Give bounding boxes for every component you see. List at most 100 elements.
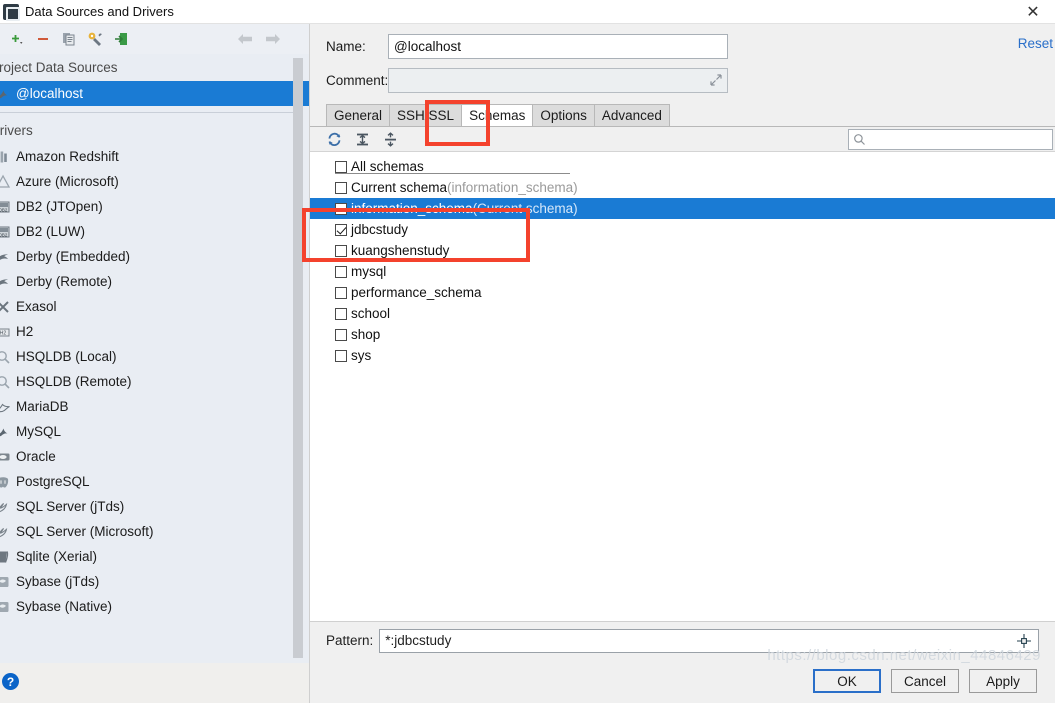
schema-checkbox[interactable] <box>335 265 347 278</box>
schema-label: sys <box>351 348 372 363</box>
name-label: Name: <box>326 39 366 54</box>
schema-label: Current schema <box>351 180 448 195</box>
schema-row[interactable]: jdbcstudy <box>310 219 1055 240</box>
sidebar-item-sqlite-xerial[interactable]: Sqlite (Xerial) <box>0 544 309 569</box>
sidebar-item-label: Amazon Redshift <box>16 149 119 164</box>
sidebar-item-mariadb[interactable]: MariaDB <box>0 394 309 419</box>
sidebar-scrollbar[interactable] <box>293 58 303 658</box>
schema-row[interactable]: performance_schema <box>310 282 1055 303</box>
import-icon[interactable] <box>108 27 134 51</box>
schema-checkbox[interactable] <box>335 160 347 173</box>
schema-checkbox[interactable] <box>335 202 347 215</box>
schema-checkbox[interactable] <box>335 349 347 362</box>
sidebar-item-azure-microsoft[interactable]: Azure (Microsoft) <box>0 169 309 194</box>
sidebar-item-hsqldb-local[interactable]: HSQLDB (Local) <box>0 344 309 369</box>
schema-checkbox[interactable] <box>335 181 347 194</box>
crosshair-icon[interactable] <box>1016 633 1032 649</box>
sidebar-item-db2-jtopen[interactable]: DB2 DB2 (JTOpen) <box>0 194 309 219</box>
tab-general[interactable]: General <box>326 104 391 126</box>
schema-checkbox[interactable] <box>335 223 347 236</box>
refresh-icon[interactable] <box>320 128 348 150</box>
sidebar: Project Data Sources @localhost Drivers Ama… <box>0 24 310 703</box>
pattern-input[interactable]: *:jdbcstudy <box>379 628 1039 653</box>
sidebar-item-postgresql[interactable]: PostgreSQL <box>0 469 309 494</box>
schema-label: mysql <box>351 264 387 279</box>
redshift-icon <box>0 149 16 165</box>
schema-checkbox[interactable] <box>335 244 347 257</box>
schema-checkbox[interactable] <box>335 328 347 341</box>
schema-note: (information_schema) <box>447 180 578 195</box>
tab-advanced[interactable]: Advanced <box>593 104 670 126</box>
help-icon[interactable]: ? <box>2 673 19 690</box>
sidebar-item-exasol[interactable]: Exasol <box>0 294 309 319</box>
sidebar-item-amazon-redshift[interactable]: Amazon Redshift <box>0 144 309 169</box>
sidebar-toolbar <box>0 24 309 54</box>
db2-icon: DB2 <box>0 224 16 240</box>
schema-label: shop <box>351 327 381 342</box>
sidebar-item-mysql[interactable]: MySQL <box>0 419 309 444</box>
svg-text:DB2: DB2 <box>0 232 8 237</box>
schema-row[interactable]: mysql <box>310 261 1055 282</box>
sidebar-item-sybase-jtds[interactable]: Sybase (jTds) <box>0 569 309 594</box>
sidebar-item-label: HSQLDB (Remote) <box>16 374 132 389</box>
reset-link[interactable]: Reset <box>1018 36 1053 51</box>
copy-icon[interactable] <box>56 27 82 51</box>
comment-label: Comment: <box>326 73 389 88</box>
sidebar-item-derby-embedded[interactable]: Derby (Embedded) <box>0 244 309 269</box>
expand-all-icon[interactable] <box>348 128 376 150</box>
sidebar-item-sybase-native[interactable]: Sybase (Native) <box>0 594 309 619</box>
search-input[interactable] <box>848 129 1053 150</box>
derby-icon <box>0 274 16 290</box>
sidebar-item-derby-remote[interactable]: Derby (Remote) <box>0 269 309 294</box>
wrench-icon[interactable] <box>82 27 108 51</box>
sidebar-item-localhost[interactable]: @localhost <box>0 81 309 106</box>
sidebar-item-db2-luw[interactable]: DB2 DB2 (LUW) <box>0 219 309 244</box>
detail-panel: Name: @localhost Comment: Reset General … <box>310 24 1055 703</box>
collapse-all-icon[interactable] <box>376 128 404 150</box>
tab-schemas[interactable]: Schemas <box>461 104 534 126</box>
cancel-button[interactable]: Cancel <box>891 669 959 693</box>
back-arrow-icon[interactable] <box>231 27 259 51</box>
sidebar-item-hsqldb-remote[interactable]: HSQLDB (Remote) <box>0 369 309 394</box>
sidebar-item-label: Exasol <box>16 299 57 314</box>
schemas-list[interactable]: All schemas Current schema (information_s… <box>310 152 1055 621</box>
schema-row[interactable]: Current schema (information_schema) <box>310 177 1055 198</box>
mysql-dolphin-icon <box>0 424 16 440</box>
sidebar-item-sql-server-jtds[interactable]: SQL Server (jTds) <box>0 494 309 519</box>
schema-row[interactable]: school <box>310 303 1055 324</box>
forward-arrow-icon[interactable] <box>259 27 287 51</box>
sidebar-item-label: Oracle <box>16 449 56 464</box>
tab-options[interactable]: Options <box>532 104 595 126</box>
comment-input[interactable] <box>388 68 728 93</box>
sidebar-item-sql-server-microsoft[interactable]: SQL Server (Microsoft) <box>0 519 309 544</box>
svg-text:H2: H2 <box>0 330 6 336</box>
sidebar-item-label: Derby (Embedded) <box>16 249 131 264</box>
sidebar-item-oracle[interactable]: Oracle <box>0 444 309 469</box>
expand-icon[interactable] <box>709 73 723 87</box>
schema-row[interactable]: sys <box>310 345 1055 366</box>
name-input[interactable]: @localhost <box>388 34 728 59</box>
schema-row[interactable]: information_schema (Current schema) <box>310 198 1055 219</box>
schema-checkbox[interactable] <box>335 286 347 299</box>
ok-button[interactable]: OK <box>813 669 881 693</box>
window-title: Data Sources and Drivers <box>25 4 174 19</box>
schema-label: jdbcstudy <box>351 222 409 237</box>
close-icon[interactable]: ✕ <box>1011 0 1055 24</box>
tab-ssh-ssl[interactable]: SSH/SSL <box>389 104 463 126</box>
schema-label: performance_schema <box>351 285 482 300</box>
remove-icon[interactable] <box>30 27 56 51</box>
schema-row[interactable]: shop <box>310 324 1055 345</box>
apply-button[interactable]: Apply <box>969 669 1037 693</box>
add-icon[interactable] <box>4 27 30 51</box>
db2-icon: DB2 <box>0 199 16 215</box>
mysql-dolphin-icon <box>0 86 16 102</box>
sidebar-item-h2[interactable]: H2 H2 <box>0 319 309 344</box>
schema-row[interactable]: kuangshenstudy <box>310 240 1055 261</box>
sidebar-nav-arrows <box>231 24 287 54</box>
sidebar-list[interactable]: Project Data Sources @localhost Drivers Ama… <box>0 54 309 663</box>
schema-checkbox[interactable] <box>335 307 347 320</box>
sidebar-footer: ? <box>0 663 309 703</box>
tab-bar: General SSH/SSL Schemas Options Advanced <box>310 102 1055 126</box>
sidebar-item-label: MySQL <box>16 424 62 439</box>
sybase-icon <box>0 574 16 590</box>
